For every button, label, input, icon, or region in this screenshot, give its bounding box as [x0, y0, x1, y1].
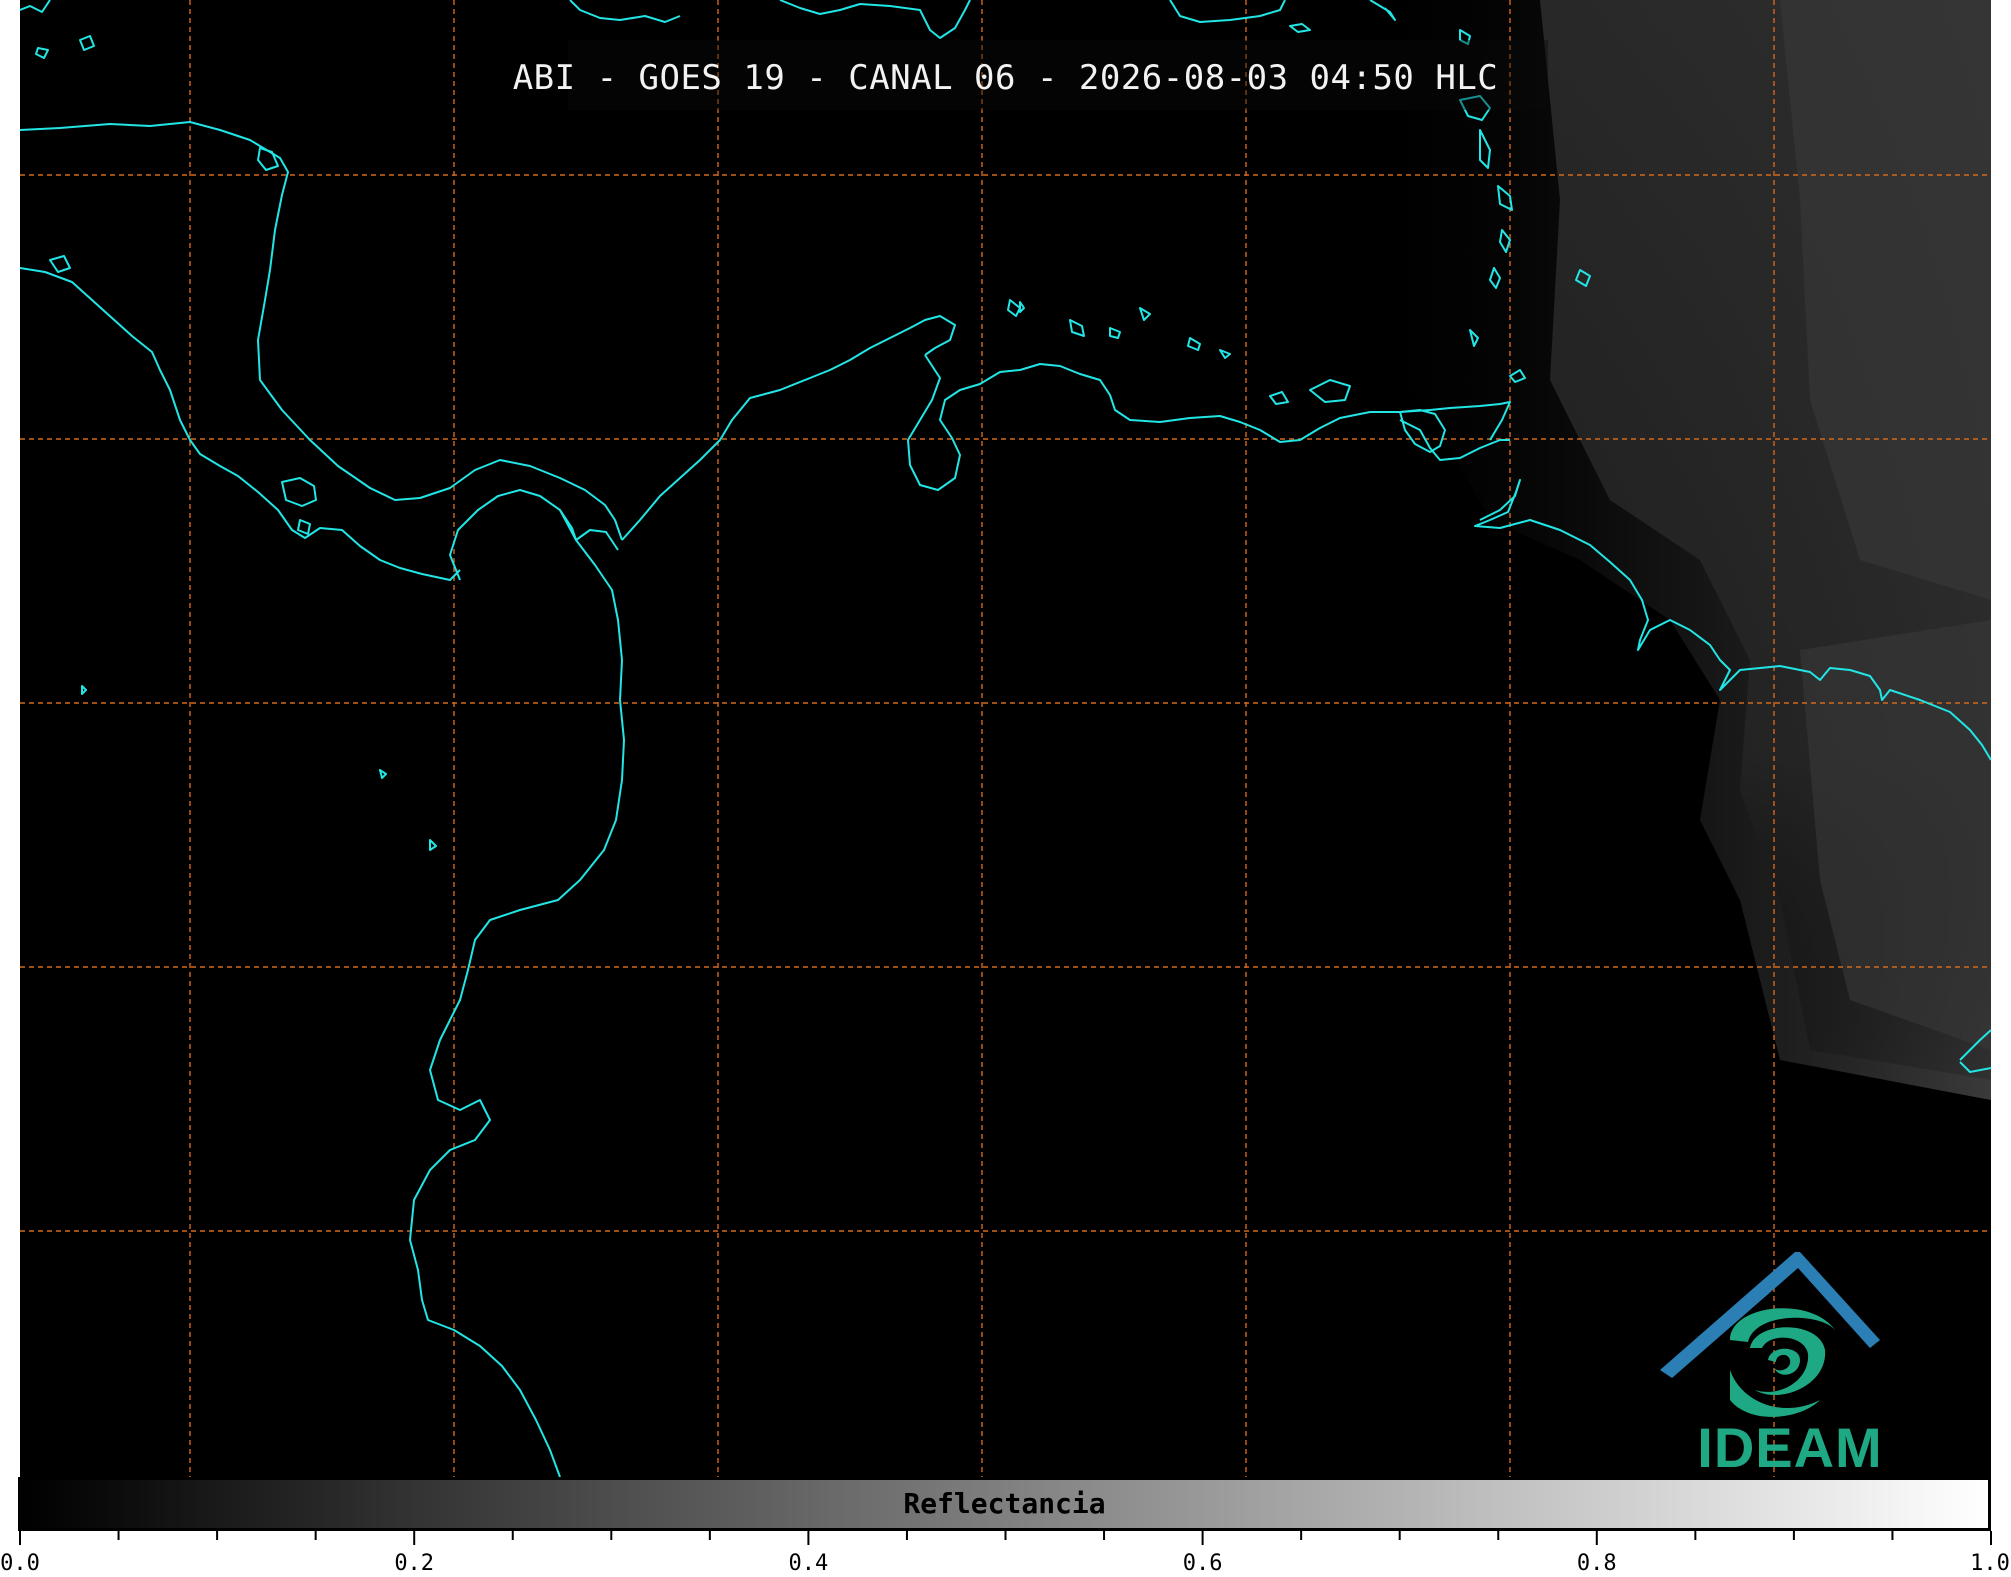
colorbar-tick-label: 0.4: [788, 1551, 829, 1576]
colorbar-tick-marks: [19, 1531, 1992, 1545]
colorbar-tick-label: 1.0: [1970, 1551, 2010, 1576]
colorbar-tick-label: 0.0: [0, 1551, 40, 1576]
cloud-shading: [1350, 0, 1991, 1100]
colorbar: Reflectancia: [18, 1477, 1991, 1531]
colorbar-tick-label: 0.6: [1182, 1551, 1223, 1576]
map-title: ABI - GOES 19 - CANAL 06 - 2026-08-03 04…: [512, 58, 1499, 98]
ideam-logo: IDEAM: [1660, 1250, 1920, 1477]
colorbar-tick-label: 0.2: [394, 1551, 435, 1576]
colorbar-label: Reflectancia: [903, 1487, 1106, 1520]
ideam-logo-mark: [1660, 1252, 1880, 1417]
satellite-map: ABI - GOES 19 - CANAL 06 - 2026-08-03 04…: [20, 0, 1991, 1477]
colorbar-axis: 0.0 0.2 0.4 0.6 0.8 1.0: [0, 1531, 2011, 1577]
colorbar-tick-label: 0.8: [1576, 1551, 1617, 1576]
ideam-logo-text: IDEAM: [1697, 1416, 1883, 1477]
